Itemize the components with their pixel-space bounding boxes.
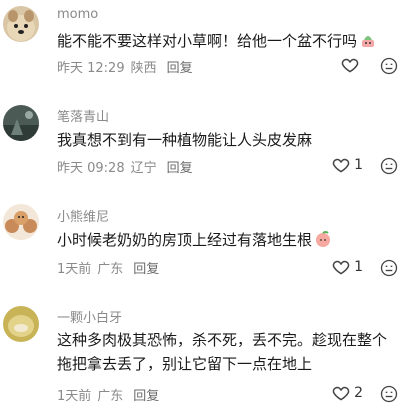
comment-text-content: 我真想不到有一种植物能让人头皮发麻 [57, 131, 313, 149]
comment-location: 辽宁 [130, 161, 157, 176]
comment-time: 昨天 12:29 [57, 61, 125, 76]
heart-outline-icon [331, 383, 351, 403]
pot-plant-emoji-icon [359, 31, 377, 49]
like-button[interactable] [340, 55, 363, 75]
reply-button[interactable]: 回复 [167, 161, 193, 176]
reply-button[interactable]: 回复 [167, 61, 193, 76]
comment-text-content: 这种多肉极其恐怖，杀不死，丢不完。趁现在整个拖把拿去丢了，别让它留下一点在地上 [57, 331, 388, 373]
username[interactable]: momo [57, 7, 98, 22]
comment-text: 能不能不要这样对小草啊！给他一个盆不行吗 [57, 29, 397, 53]
comment-text: 小时候老奶奶的房顶上经过有落地生根 [57, 228, 397, 252]
comment-meta: 1天前 广东 回复 [57, 258, 165, 277]
peach-emoji-icon [314, 230, 332, 248]
dislike-face-icon [379, 56, 399, 76]
heart-outline-icon [331, 257, 351, 277]
reply-button[interactable]: 回复 [133, 389, 159, 404]
comment-meta: 昨天 09:28 辽宁 回复 [57, 157, 199, 176]
dislike-face-icon [379, 156, 399, 176]
avatar[interactable] [3, 105, 39, 141]
comment-text-content: 能不能不要这样对小草啊！给他一个盆不行吗 [57, 32, 358, 50]
comment-text-content: 小时候老奶奶的房顶上经过有落地生根 [57, 231, 313, 249]
heart-outline-icon [340, 55, 360, 75]
comment-location: 陕西 [130, 61, 157, 76]
comment-time: 昨天 09:28 [57, 161, 125, 176]
dislike-button[interactable] [379, 258, 399, 278]
comment-text: 我真想不到有一种植物能让人头皮发麻 [57, 128, 397, 152]
heart-outline-icon [331, 155, 351, 175]
comment-location: 广东 [97, 262, 124, 277]
username[interactable]: 小熊维尼 [57, 206, 109, 225]
comment-text: 这种多肉极其恐怖，杀不死，丢不完。趁现在整个拖把拿去丢了，别让它留下一点在地上 [57, 328, 397, 376]
comment-location: 广东 [97, 389, 124, 404]
like-button[interactable]: 1 [331, 257, 363, 277]
dislike-button[interactable] [379, 56, 399, 76]
like-button[interactable]: 2 [331, 383, 363, 403]
reply-button[interactable]: 回复 [133, 262, 159, 277]
avatar[interactable] [3, 204, 39, 240]
dislike-face-icon [379, 258, 399, 278]
comment-time: 1天前 [57, 389, 92, 404]
comment-time: 1天前 [57, 262, 92, 277]
avatar[interactable] [3, 6, 39, 42]
like-count: 2 [354, 385, 363, 401]
username[interactable]: 笔落青山 [57, 106, 109, 125]
like-count: 1 [354, 157, 363, 173]
avatar[interactable] [3, 306, 39, 342]
dislike-face-icon [379, 384, 399, 404]
like-button[interactable]: 1 [331, 155, 363, 175]
comment-meta: 1天前 广东 回复 [57, 385, 165, 404]
username[interactable]: 一颗小白牙 [57, 307, 122, 326]
like-count: 1 [354, 259, 363, 275]
comment-meta: 昨天 12:29 陕西 回复 [57, 57, 199, 76]
dislike-button[interactable] [379, 156, 399, 176]
dislike-button[interactable] [379, 384, 399, 404]
